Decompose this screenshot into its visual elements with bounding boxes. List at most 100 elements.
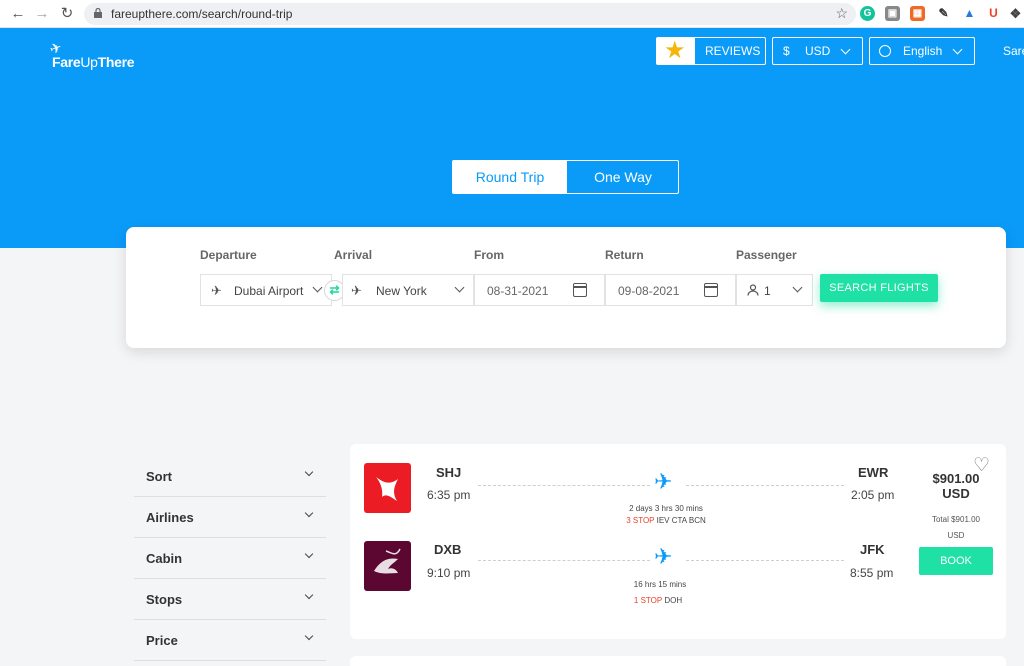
return-stops: 1 STOP DOH (588, 596, 728, 605)
return-duration: 16 hrs 15 mins (633, 580, 687, 589)
departure-value: Dubai Airport (234, 284, 304, 298)
return-to-code: JFK (860, 542, 885, 557)
filter-stops[interactable]: Stops (134, 579, 326, 620)
from-date-label: From (474, 248, 504, 262)
currency-select[interactable]: $ USD (772, 37, 863, 65)
book-button[interactable]: BOOK (919, 547, 993, 575)
filter-sort[interactable]: Sort (134, 456, 326, 497)
address-url: fareupthere.com/search/round-trip (111, 7, 293, 21)
stop-airports: IEV CTA BCN (656, 516, 706, 525)
return-date-label: Return (605, 248, 644, 262)
extension-icon[interactable]: ▣ (885, 6, 900, 21)
route-line (478, 560, 650, 561)
takeoff-icon: ✈ (211, 283, 222, 298)
puzzle-extension-icon[interactable]: ❖ (1008, 6, 1023, 21)
total-currency: USD (947, 531, 965, 540)
total-price: Total $901.00 USD (918, 512, 994, 544)
calendar-icon (573, 283, 587, 297)
extension-icon[interactable]: ▲ (962, 6, 977, 21)
search-form: Departure Arrival From Return Passenger … (126, 227, 1006, 348)
filter-label: Sort (146, 469, 172, 484)
one-way-tab[interactable]: One Way (567, 161, 678, 193)
total-amount: Total $901.00 (931, 515, 981, 524)
arrival-select[interactable]: ✈ New York (342, 274, 474, 306)
hero-header: ✈ FareUpThere ★ REVIEWS $ USD English Sa… (0, 28, 1024, 248)
return-date-value: 09-08-2021 (618, 284, 680, 298)
address-bar[interactable]: fareupthere.com/search/round-trip ☆ (84, 3, 856, 25)
from-date-input[interactable]: 08-31-2021 (474, 274, 605, 306)
departure-select[interactable]: ✈ Dubai Airport (200, 274, 332, 306)
plane-icon: ✈ (654, 469, 673, 494)
reload-icon[interactable]: ↻ (57, 4, 77, 24)
round-trip-tab[interactable]: Round Trip (453, 161, 567, 193)
chevron-down-icon (304, 590, 314, 600)
dollar-icon: $ (783, 44, 790, 58)
chevron-down-icon (304, 508, 314, 518)
passenger-select[interactable]: 1 (736, 274, 813, 306)
language-label: English (903, 44, 943, 58)
star-icon: ★ (664, 37, 686, 64)
stop-airports: DOH (664, 596, 683, 605)
chevron-down-icon (304, 549, 314, 559)
stop-count: 3 STOP (626, 516, 655, 525)
outbound-to-code: EWR (858, 465, 889, 480)
reviews-button[interactable]: ★ REVIEWS (656, 37, 766, 65)
arrival-label: Arrival (334, 248, 373, 262)
stop-count: 1 STOP (633, 596, 663, 605)
filter-label: Airlines (146, 510, 194, 525)
return-date-input[interactable]: 09-08-2021 (605, 274, 736, 306)
back-icon[interactable]: ← (8, 4, 28, 24)
search-flights-button[interactable]: SEARCH FLIGHTS (820, 274, 938, 302)
route-line (686, 560, 844, 561)
globe-icon (879, 45, 891, 57)
departure-label: Departure (200, 248, 257, 262)
passenger-value: 1 (764, 284, 771, 298)
chevron-down-icon (952, 44, 963, 55)
outbound-duration: 2 days 3 hrs 30 mins (629, 504, 703, 513)
outbound-stops: 3 STOP IEV CTA BCN (596, 516, 736, 525)
site-logo[interactable]: ✈ FareUpThere (47, 39, 150, 70)
air-arabia-logo (364, 463, 411, 513)
return-to-time: 8:55 pm (850, 566, 894, 580)
chevron-down-icon (454, 282, 465, 293)
route-line (686, 485, 844, 486)
return-from-code: DXB (434, 542, 462, 557)
arrival-value: New York (376, 284, 427, 298)
filter-cabin[interactable]: Cabin (134, 538, 326, 579)
filter-label: Cabin (146, 551, 183, 566)
calendar-icon (704, 283, 718, 297)
reviews-label: REVIEWS (705, 44, 761, 58)
grammarly-extension-icon[interactable]: G (860, 6, 875, 21)
route-line (478, 485, 650, 486)
logo-text: There (97, 54, 135, 70)
landing-icon: ✈ (351, 283, 362, 298)
extension-icon[interactable]: ▦ (910, 6, 925, 21)
price-amount: $901.00 (932, 471, 980, 486)
ublock-extension-icon[interactable]: U (986, 6, 1001, 21)
person-icon (747, 284, 759, 296)
chevron-down-icon (304, 631, 314, 641)
chevron-down-icon (312, 282, 323, 293)
flight-result-card (350, 656, 1006, 666)
browser-toolbar: ← → ↻ fareupthere.com/search/round-trip … (0, 0, 1024, 28)
price-currency: USD (942, 486, 970, 501)
filter-price[interactable]: Price (134, 620, 326, 661)
currency-label: USD (805, 44, 831, 58)
outbound-from-time: 6:35 pm (427, 488, 471, 502)
eyedropper-extension-icon[interactable]: ✎ (936, 6, 951, 21)
logo-text: Up (80, 54, 98, 70)
forward-icon[interactable]: → (32, 4, 52, 24)
chevron-down-icon (304, 467, 314, 477)
filter-airlines[interactable]: Airlines (134, 497, 326, 538)
outbound-to-time: 2:05 pm (851, 488, 895, 502)
language-select[interactable]: English (869, 37, 975, 65)
share-link[interactable]: Sare (1003, 44, 1024, 58)
price: $901.00 USD (918, 471, 994, 501)
filter-label: Stops (146, 592, 183, 607)
bookmark-star-icon[interactable]: ☆ (835, 5, 848, 22)
flight-result-card: SHJ 6:35 pm ✈ 2 days 3 hrs 30 mins 3 STO… (350, 444, 1006, 639)
qatar-airways-logo (364, 541, 411, 591)
return-from-time: 9:10 pm (427, 566, 471, 580)
plane-icon: ✈ (654, 544, 673, 569)
logo-text: Fare (52, 54, 81, 70)
